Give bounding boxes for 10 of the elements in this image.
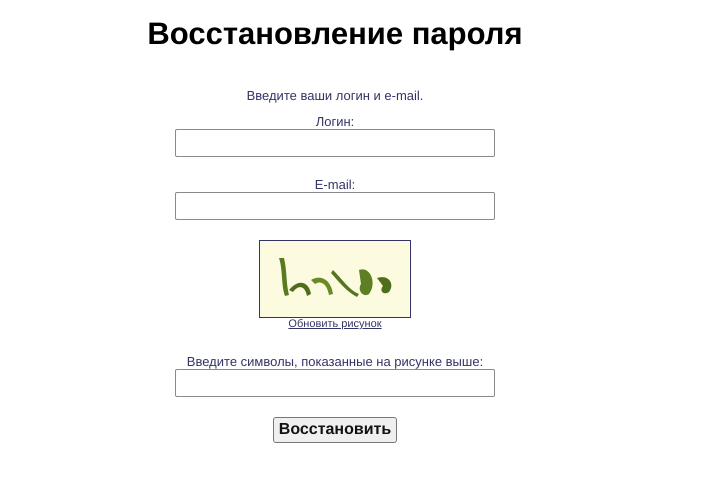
page-title: Восстановление пароля xyxy=(147,15,523,53)
input-field[interactable] xyxy=(175,129,495,157)
input-field[interactable] xyxy=(175,369,495,397)
field-label: Логин: xyxy=(316,114,354,129)
input-field[interactable] xyxy=(175,192,495,220)
instruction-text: Введите ваши логин и e-mail. xyxy=(246,88,424,103)
refresh-link[interactable]: Обновить рисунок xyxy=(288,318,382,330)
field-label: Введите символы, показанные на рисунке выше: xyxy=(186,354,484,369)
submit-button[interactable]: Восстановить xyxy=(272,417,398,443)
field-label: E-mail: xyxy=(314,177,356,192)
